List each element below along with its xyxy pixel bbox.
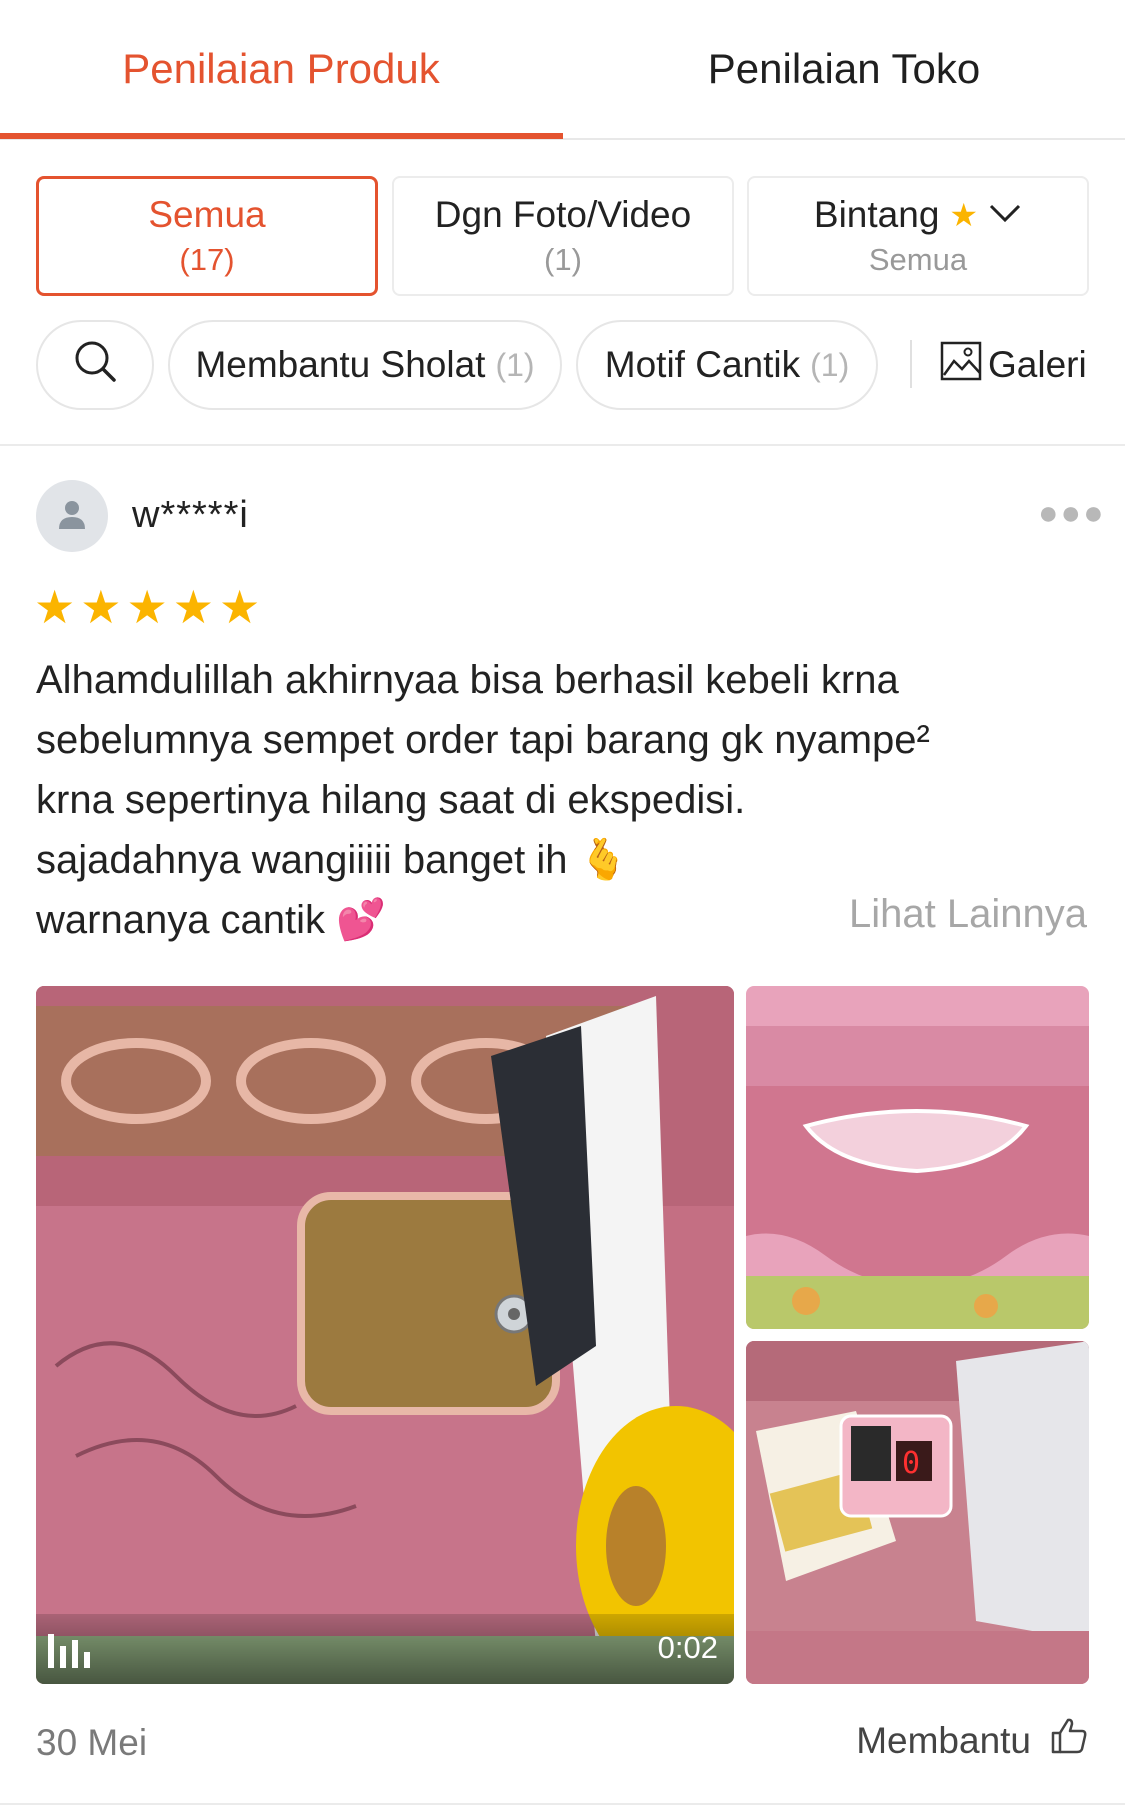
filter-all-count: (17) [179,242,235,277]
review-line: Alhamdulillah akhirnyaa bisa berhasil ke… [36,658,899,702]
see-more-link[interactable]: Lihat Lainnya [849,892,1087,937]
star-icon: ★ [949,197,979,233]
gallery-icon [940,341,982,390]
user-icon [55,497,89,536]
chip-membantu-sholat[interactable]: Membantu Sholat (1) [168,320,562,410]
video-icon [48,1634,90,1668]
star-icon: ★ [172,581,214,633]
chip-label: Motif Cantik [604,344,801,385]
review-video[interactable]: 0:02 [36,986,734,1684]
video-duration: 0:02 [657,1630,718,1665]
photo-thumbnail: 0 [746,1341,1089,1684]
filter-stars-sub: Semua [868,242,968,277]
more-icon[interactable]: ●●● [1038,494,1106,533]
review-tabs: Penilaian Produk Penilaian Toko [0,0,1125,140]
filter-stars[interactable]: Bintang ★ Semua [747,176,1089,296]
tab-product-rating[interactable]: Penilaian Produk [0,0,562,138]
review-line: sebelumnya sempet order tapi barang gk n… [36,718,930,762]
chip-count: (1) [810,346,850,383]
active-tab-indicator [0,133,563,139]
filter-stars-label: Bintang [813,194,940,235]
filter-all-label: Semua [148,194,266,235]
svg-text:0: 0 [902,1446,920,1481]
gallery-label: Galeri [988,344,1087,385]
star-icon: ★ [126,581,168,633]
chip-motif-cantik[interactable]: Motif Cantik (1) [576,320,878,410]
review-line: krna sepertinya hilang saat di ekspedisi… [36,778,746,822]
bottom-divider [0,1803,1125,1805]
review-photo[interactable]: 0 [746,1341,1089,1684]
review-line: sajadahnya wangiiiii banget ih 🫰 [36,838,629,882]
review-date: 30 Mei [36,1722,148,1763]
star-icon: ★ [34,581,76,633]
chip-label: Membantu Sholat [195,344,486,385]
rating-stars: ★ ★ ★ ★ ★ [34,584,260,630]
search-icon [73,339,117,392]
filter-photo-video[interactable]: Dgn Foto/Video (1) [392,176,734,296]
filter-all[interactable]: Semua (17) [36,176,378,296]
tab-shop-rating[interactable]: Penilaian Toko [563,0,1125,138]
video-thumbnail [36,986,734,1684]
gallery-button[interactable]: Galeri [940,320,1087,410]
helpful-label: Membantu [856,1719,1031,1761]
filter-photo-video-label: Dgn Foto/Video [434,194,692,235]
star-icon: ★ [80,581,122,633]
chevron-down-icon [988,202,1022,229]
thumbs-up-icon [1049,1716,1089,1765]
helpful-button[interactable]: Membantu [856,1716,1089,1765]
star-icon: ★ [219,581,261,633]
avatar[interactable] [36,480,108,552]
chip-divider [910,340,912,388]
photo-thumbnail [746,986,1089,1329]
video-overlay [36,1614,734,1684]
reviewer-name: w*****i [132,494,249,536]
filter-photo-video-count: (1) [544,242,582,277]
search-chip[interactable] [36,320,154,410]
section-divider [0,444,1125,446]
review-photo[interactable] [746,986,1089,1329]
chip-count: (1) [495,346,535,383]
